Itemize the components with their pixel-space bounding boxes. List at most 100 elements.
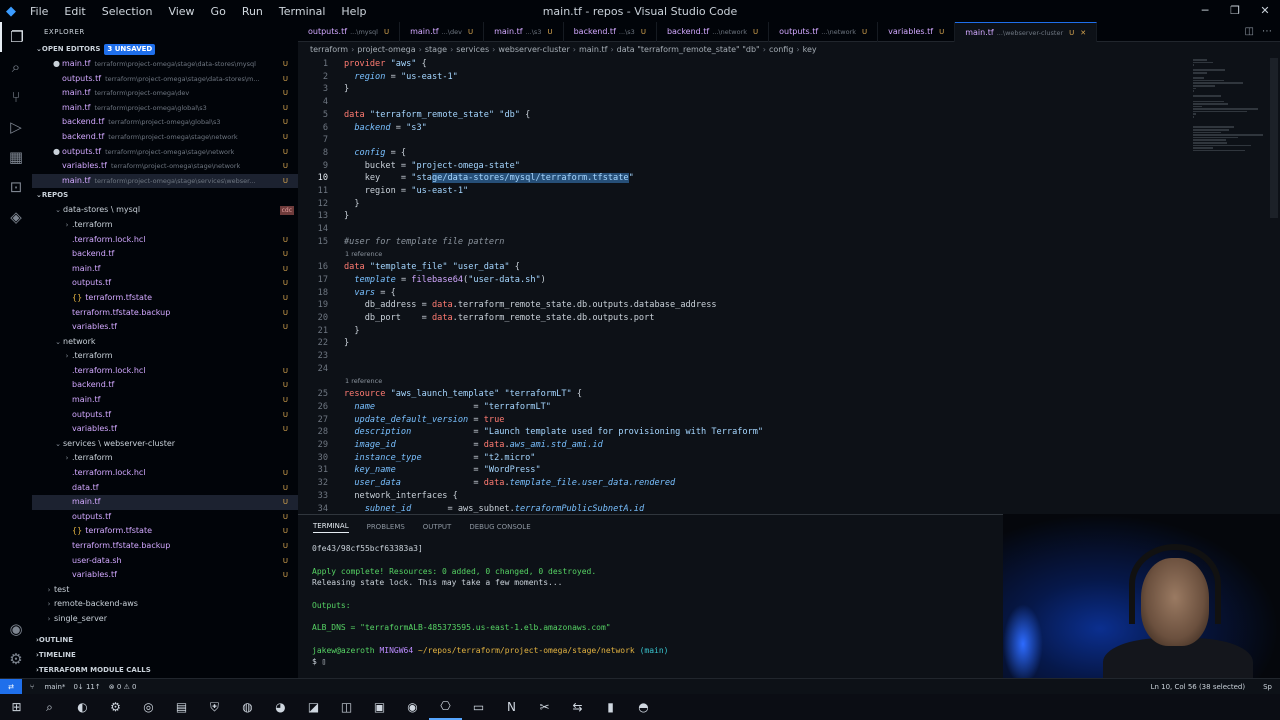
code-line[interactable]: 17 template = filebase64("user-data.sh") xyxy=(298,274,1193,287)
remote-icon[interactable]: ⇆ xyxy=(561,694,594,720)
code-line[interactable]: 20 db_port = data.terraform_remote_state… xyxy=(298,312,1193,325)
terraform-module-calls-section[interactable]: › TERRAFORM MODULE CALLS xyxy=(32,663,298,678)
editor-tab[interactable]: main.tf ...\s3 U xyxy=(484,22,564,42)
remote-explorer-icon[interactable]: ⊡ xyxy=(0,172,32,202)
menu-go[interactable]: Go xyxy=(203,5,234,18)
branch-indicator[interactable]: ⑂ main* xyxy=(30,683,65,691)
outline-section[interactable]: › OUTLINE xyxy=(32,633,298,648)
editor-tab[interactable]: outputs.tf ...\mysql U xyxy=(298,22,401,42)
teams-icon[interactable]: ◫ xyxy=(330,694,363,720)
open-editor-item[interactable]: backend.tf terraform\project-omega\global… xyxy=(32,115,298,130)
edge-icon[interactable]: ◓ xyxy=(627,694,660,720)
tree-item[interactable]: terraform.tfstate.backup U xyxy=(32,539,298,554)
tree-item[interactable]: variables.tf U xyxy=(32,422,298,437)
tab-debug-console[interactable]: DEBUG CONSOLE xyxy=(469,523,530,531)
bitwarden-icon[interactable]: ⛨ xyxy=(198,694,231,720)
tree-item[interactable]: › remote-backend-aws xyxy=(32,597,298,612)
tab-output[interactable]: OUTPUT xyxy=(423,523,452,531)
code-line[interactable]: 26 name = "terraformLT" xyxy=(298,401,1193,414)
terminal-icon[interactable]: ▭ xyxy=(462,694,495,720)
tree-item[interactable]: data.tf U xyxy=(32,481,298,496)
code-line[interactable]: 18 vars = { xyxy=(298,287,1193,300)
tree-item[interactable]: user-data.sh U xyxy=(32,554,298,569)
tree-item[interactable]: ⌄ network xyxy=(32,335,298,350)
breadcrumb-item[interactable]: main.tf xyxy=(579,45,607,54)
menu-file[interactable]: File xyxy=(22,5,56,18)
tree-item[interactable]: .terraform.lock.hcl U xyxy=(32,364,298,379)
open-editor-item[interactable]: main.tf terraform\project-omega\stage\ser… xyxy=(32,173,298,189)
problems-status[interactable]: ⊗ 0 ⚠ 0 xyxy=(109,683,137,691)
code-line[interactable]: 32 user_data = data.template_file.user_d… xyxy=(298,477,1193,490)
repos-section[interactable]: ⌄ REPOS xyxy=(32,188,298,203)
menu-help[interactable]: Help xyxy=(333,5,374,18)
open-editor-item[interactable]: backend.tf terraform\project-omega\stage\… xyxy=(32,130,298,145)
tree-item[interactable]: › test xyxy=(32,583,298,598)
code-line[interactable]: 11 region = "us-east-1" xyxy=(298,185,1193,198)
code-line[interactable]: 21 } xyxy=(298,325,1193,338)
codelens-references[interactable]: 1 reference xyxy=(345,250,382,258)
extensions-icon[interactable]: ▦ xyxy=(0,142,32,172)
code-line[interactable]: 30 instance_type = "t2.micro" xyxy=(298,452,1193,465)
breadcrumb-item[interactable]: key xyxy=(803,45,817,54)
minimap[interactable] xyxy=(1193,58,1273,218)
code-line[interactable]: 15 #user for template file pattern xyxy=(298,236,1193,249)
editor-tab[interactable]: main.tf ...\dev U xyxy=(400,22,485,42)
tree-item[interactable]: .terraform.lock.hcl U xyxy=(32,233,298,248)
code-line[interactable]: 8 config = { xyxy=(298,147,1193,160)
more-actions-icon[interactable]: ⋯ xyxy=(1262,26,1272,37)
tree-item[interactable]: main.tf U xyxy=(32,393,298,408)
tree-item[interactable]: backend.tf U xyxy=(32,378,298,393)
code-line[interactable]: 13} xyxy=(298,210,1193,223)
tree-item[interactable]: backend.tf U xyxy=(32,247,298,262)
tree-item[interactable]: ⌄ services \ webserver-cluster xyxy=(32,437,298,452)
tree-item[interactable]: › .terraform xyxy=(32,451,298,466)
code-line[interactable]: 28 description = "Launch template used f… xyxy=(298,426,1193,439)
sync-status[interactable]: 0↓ 11↑ xyxy=(73,683,100,691)
breadcrumb-item[interactable]: stage xyxy=(425,45,447,54)
explorer-icon[interactable]: ❐ xyxy=(0,22,32,52)
settings-icon[interactable]: ⚙ xyxy=(99,694,132,720)
code-line[interactable]: 29 image_id = data.aws_ami.std_ami.id xyxy=(298,439,1193,452)
obs-icon[interactable]: ◎ xyxy=(132,694,165,720)
vscode-icon[interactable]: ⎔ xyxy=(429,694,462,720)
code-line[interactable]: 22} xyxy=(298,337,1193,350)
windows-icon[interactable]: ⊞ xyxy=(0,694,33,720)
code-line[interactable]: 34 subnet_id = aws_subnet.terraformPubli… xyxy=(298,503,1193,515)
breadcrumb-item[interactable]: terraform xyxy=(310,45,348,54)
editor-tab[interactable]: main.tf ...\webserver-cluster U ✕ xyxy=(955,22,1098,42)
code-line[interactable]: 9 bucket = "project-omega-state" xyxy=(298,160,1193,173)
search-icon[interactable]: ⌕ xyxy=(0,52,32,82)
menu-view[interactable]: View xyxy=(160,5,202,18)
search-icon[interactable]: ⌕ xyxy=(33,694,66,720)
open-editor-item[interactable]: main.tf terraform\project-omega\global\s3… xyxy=(32,101,298,116)
tab-problems[interactable]: PROBLEMS xyxy=(367,523,405,531)
docker-icon[interactable]: ◈ xyxy=(0,202,32,232)
open-editor-item[interactable]: main.tf terraform\project-omega\dev U xyxy=(32,86,298,101)
tree-item[interactable]: ⌄ data-stores \ mysql cdc xyxy=(32,203,298,218)
breadcrumb-item[interactable]: config xyxy=(769,45,793,54)
spotify-icon[interactable]: ◉ xyxy=(396,694,429,720)
restore-icon[interactable]: ❐ xyxy=(1220,0,1250,22)
indentation-status[interactable]: Sp xyxy=(1263,683,1272,691)
code-line[interactable]: 3} xyxy=(298,83,1193,96)
breadcrumb-item[interactable]: project-omega xyxy=(357,45,415,54)
editor-tab[interactable]: variables.tf U xyxy=(878,22,956,42)
terminal-input-line[interactable]: $ ▯ xyxy=(312,656,326,667)
firefox-icon[interactable]: ◍ xyxy=(231,694,264,720)
tree-item[interactable]: outputs.tf U xyxy=(32,276,298,291)
menu-run[interactable]: Run xyxy=(234,5,271,18)
onenote-icon[interactable]: N xyxy=(495,694,528,720)
tab-terminal[interactable]: TERMINAL xyxy=(313,522,349,533)
breadcrumb-item[interactable]: services xyxy=(456,45,489,54)
timeline-section[interactable]: › TIMELINE xyxy=(32,648,298,663)
code-line[interactable]: 14 xyxy=(298,223,1193,236)
code-line[interactable]: 12 } xyxy=(298,198,1193,211)
zoom-icon[interactable]: ▣ xyxy=(363,694,396,720)
discord-icon[interactable]: ◐ xyxy=(66,694,99,720)
code-line[interactable]: 4 xyxy=(298,96,1193,109)
menu-terminal[interactable]: Terminal xyxy=(271,5,334,18)
code-line[interactable]: 27 update_default_version = true xyxy=(298,414,1193,427)
open-editor-item[interactable]: ● main.tf terraform\project-omega\stage\da… xyxy=(32,57,298,72)
tree-item[interactable]: terraform.tfstate.backup U xyxy=(32,306,298,321)
files-icon[interactable]: ▤ xyxy=(165,694,198,720)
